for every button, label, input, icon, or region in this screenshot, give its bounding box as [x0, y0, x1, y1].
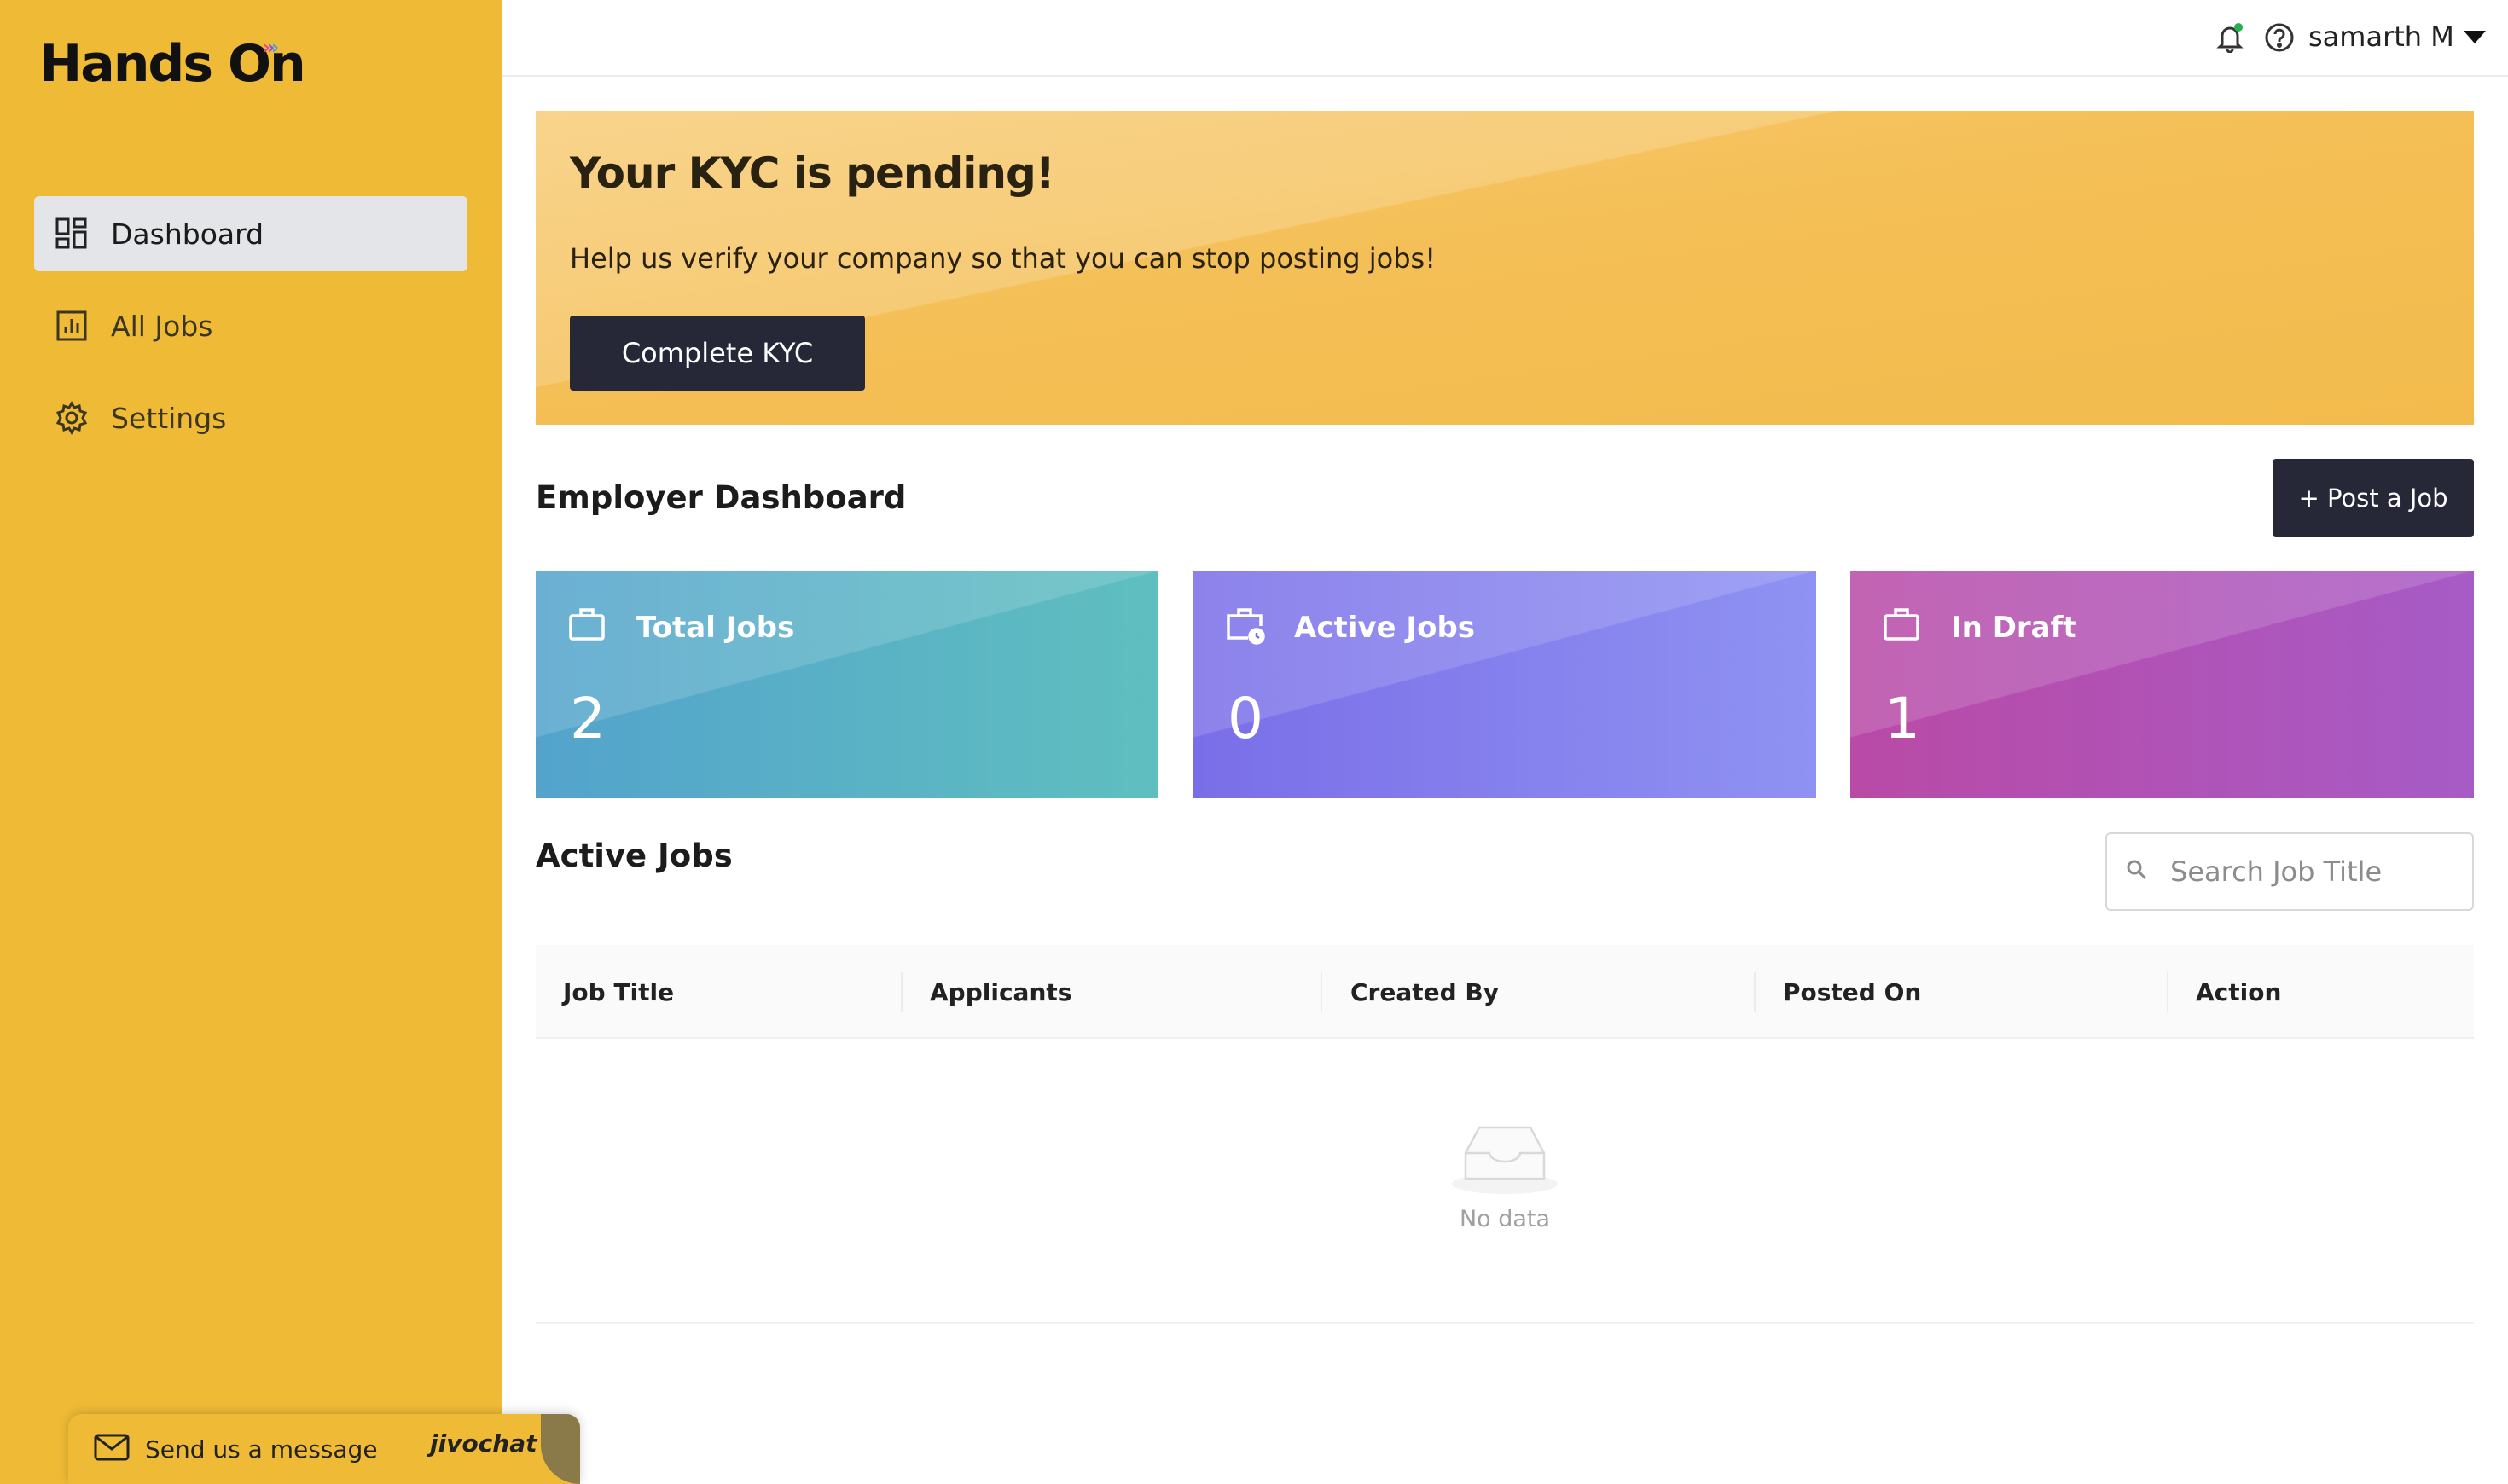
stat-value: 2: [570, 686, 606, 751]
sidebar-item-settings[interactable]: Settings: [34, 380, 467, 455]
column-header-job-title[interactable]: Job Title: [563, 945, 674, 1039]
employer-dashboard-title: Employer Dashboard: [536, 479, 907, 516]
dashboard-icon: [55, 217, 89, 251]
column-header-posted-on[interactable]: Posted On: [1783, 945, 1921, 1039]
table-empty-state: No data: [536, 1039, 2474, 1324]
column-divider: [901, 972, 903, 1012]
stat-card-total-jobs[interactable]: Total Jobs 2: [536, 571, 1158, 798]
briefcase-icon: [1883, 606, 1922, 645]
sidebar: Hands On ››› Dashboard All Jobs Settings: [0, 0, 502, 1484]
stat-label: Total Jobs: [636, 611, 795, 645]
column-divider: [1321, 972, 1322, 1012]
empty-text: No data: [1459, 1206, 1551, 1232]
search-icon: [2126, 859, 2148, 884]
column-divider: [1754, 972, 1756, 1012]
column-divider: [2167, 972, 2168, 1012]
stat-card-in-draft[interactable]: In Draft 1: [1850, 571, 2474, 798]
bar-chart-icon: [55, 309, 89, 343]
briefcase-clock-icon: [1226, 606, 1265, 645]
logo-arrows-icon: ›››: [263, 38, 279, 59]
bell-icon[interactable]: [2215, 22, 2245, 54]
kyc-title: Your KYC is pending!: [570, 148, 1055, 198]
help-icon[interactable]: [2264, 22, 2295, 53]
chat-label: Send us a message: [145, 1435, 378, 1464]
stat-value: 1: [1884, 686, 1920, 751]
sidebar-item-label: Dashboard: [111, 217, 264, 251]
kyc-banner: Your KYC is pending! Help us verify your…: [536, 111, 2474, 425]
chevron-down-icon[interactable]: [2464, 31, 2486, 43]
empty-inbox-icon: [1448, 1117, 1561, 1199]
envelope-icon: [94, 1434, 130, 1464]
table-header: Job Title Applicants Created By Posted O…: [536, 945, 2474, 1039]
chat-corner: [541, 1414, 580, 1484]
stat-value: 0: [1228, 686, 1263, 751]
top-header: [502, 0, 2508, 77]
search-input[interactable]: [2170, 855, 2460, 888]
sidebar-item-dashboard[interactable]: Dashboard: [34, 196, 467, 271]
stat-label: In Draft: [1951, 611, 2077, 645]
sidebar-item-label: All Jobs: [111, 309, 213, 343]
stat-label: Active Jobs: [1294, 611, 1476, 645]
sidebar-item-all-jobs[interactable]: All Jobs: [34, 288, 467, 363]
post-job-button[interactable]: + Post a Job: [2273, 459, 2474, 537]
active-jobs-title: Active Jobs: [536, 838, 733, 874]
chat-brand: jivochat: [430, 1429, 537, 1458]
column-header-applicants[interactable]: Applicants: [930, 945, 1071, 1039]
search-box[interactable]: [2105, 832, 2474, 911]
column-header-action[interactable]: Action: [2196, 945, 2281, 1039]
briefcase-icon: [568, 606, 607, 645]
chat-widget[interactable]: Send us a message jivochat: [68, 1414, 580, 1484]
complete-kyc-button[interactable]: Complete KYC: [570, 316, 865, 391]
stat-card-active-jobs[interactable]: Active Jobs 0: [1193, 571, 1816, 798]
kyc-message: Help us verify your company so that you …: [570, 242, 1437, 275]
user-name[interactable]: samarth M: [2308, 20, 2454, 53]
column-header-created-by[interactable]: Created By: [1350, 945, 1499, 1039]
gear-icon: [55, 401, 89, 435]
sidebar-item-label: Settings: [111, 401, 227, 435]
